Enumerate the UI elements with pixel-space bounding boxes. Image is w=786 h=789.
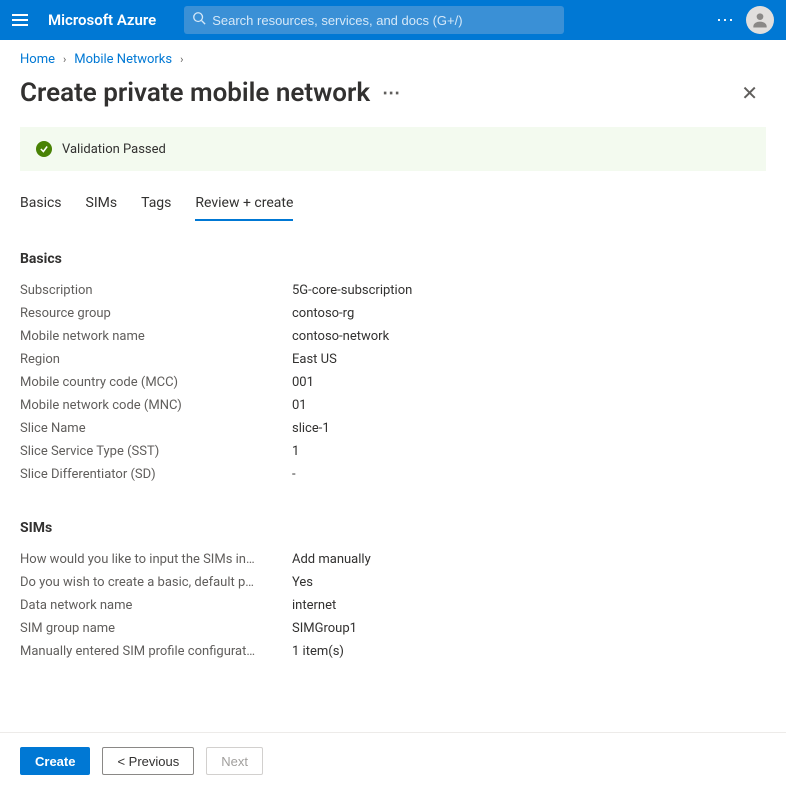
kv-key: Resource group [20, 306, 292, 321]
kv-row: Resource groupcontoso-rg [20, 302, 766, 325]
tab-bar: Basics SIMs Tags Review + create [0, 189, 786, 221]
kv-row: Manually entered SIM profile configurat…… [20, 640, 766, 663]
kv-row: Slice Differentiator (SD)- [20, 463, 766, 486]
kv-row: Slice Nameslice-1 [20, 417, 766, 440]
kv-val: contoso-network [292, 329, 389, 344]
kv-key: Manually entered SIM profile configurat… [20, 644, 292, 659]
kv-val: 1 item(s) [292, 644, 344, 659]
tab-tags[interactable]: Tags [141, 189, 171, 221]
breadcrumb: Home › Mobile Networks › [0, 40, 786, 71]
kv-row: Data network nameinternet [20, 594, 766, 617]
kv-key: Subscription [20, 283, 292, 298]
kv-row: Mobile network code (MNC)01 [20, 394, 766, 417]
validation-banner: Validation Passed [20, 127, 766, 171]
brand-label: Microsoft Azure [48, 11, 156, 29]
kv-key: Data network name [20, 598, 292, 613]
kv-val: slice-1 [292, 421, 330, 436]
kv-val: internet [292, 598, 336, 613]
kv-key: How would you like to input the SIMs in… [20, 552, 292, 567]
wizard-footer: Create < Previous Next [0, 732, 786, 789]
sims-table: How would you like to input the SIMs in…… [20, 548, 766, 663]
menu-icon[interactable] [12, 10, 32, 30]
chevron-right-icon: › [63, 53, 66, 66]
tab-basics[interactable]: Basics [20, 189, 62, 221]
close-icon[interactable]: ✕ [733, 77, 766, 109]
kv-key: Slice Name [20, 421, 292, 436]
kv-val: contoso-rg [292, 306, 354, 321]
title-more-icon[interactable]: ⋯ [382, 83, 401, 104]
kv-row: RegionEast US [20, 348, 766, 371]
kv-row: Subscription5G-core-subscription [20, 279, 766, 302]
kv-key: Mobile country code (MCC) [20, 375, 292, 390]
section-title-basics: Basics [20, 251, 766, 267]
kv-val: 01 [292, 398, 307, 413]
next-button: Next [206, 747, 263, 775]
kv-val: 1 [292, 444, 299, 459]
page-header: Create private mobile network ⋯ ✕ [0, 71, 786, 127]
kv-row: Mobile network namecontoso-network [20, 325, 766, 348]
kv-val: Add manually [292, 552, 371, 567]
kv-val: 001 [292, 375, 314, 390]
basics-table: Subscription5G-core-subscription Resourc… [20, 279, 766, 486]
kv-key: Do you wish to create a basic, default p… [20, 575, 292, 590]
breadcrumb-mobile-networks[interactable]: Mobile Networks [74, 52, 172, 67]
search-input[interactable] [212, 13, 556, 28]
kv-row: Slice Service Type (SST)1 [20, 440, 766, 463]
tab-review-create[interactable]: Review + create [195, 189, 293, 221]
kv-key: Mobile network code (MNC) [20, 398, 292, 413]
kv-val: Yes [292, 575, 313, 590]
kv-key: Region [20, 352, 292, 367]
review-content: Basics Subscription5G-core-subscription … [0, 245, 786, 732]
page-title: Create private mobile network [20, 78, 370, 108]
more-actions-icon[interactable]: ⋯ [716, 10, 736, 31]
kv-val: - [292, 467, 296, 482]
kv-val: SIMGroup1 [292, 621, 357, 636]
kv-row: How would you like to input the SIMs in…… [20, 548, 766, 571]
checkmark-icon [36, 141, 52, 157]
kv-key: SIM group name [20, 621, 292, 636]
global-search[interactable] [184, 6, 564, 34]
create-button[interactable]: Create [20, 747, 90, 775]
previous-button[interactable]: < Previous [102, 747, 194, 775]
breadcrumb-home[interactable]: Home [20, 52, 55, 67]
chevron-right-icon: › [180, 53, 183, 66]
section-title-sims: SIMs [20, 520, 766, 536]
kv-row: Do you wish to create a basic, default p… [20, 571, 766, 594]
azure-topbar: Microsoft Azure ⋯ [0, 0, 786, 40]
kv-key: Slice Service Type (SST) [20, 444, 292, 459]
kv-key: Slice Differentiator (SD) [20, 467, 292, 482]
search-icon [192, 11, 206, 29]
kv-val: 5G-core-subscription [292, 283, 412, 298]
validation-message: Validation Passed [62, 142, 166, 157]
kv-key: Mobile network name [20, 329, 292, 344]
kv-row: Mobile country code (MCC)001 [20, 371, 766, 394]
kv-row: SIM group nameSIMGroup1 [20, 617, 766, 640]
user-avatar[interactable] [746, 6, 774, 34]
tab-sims[interactable]: SIMs [86, 189, 118, 221]
kv-val: East US [292, 352, 337, 367]
